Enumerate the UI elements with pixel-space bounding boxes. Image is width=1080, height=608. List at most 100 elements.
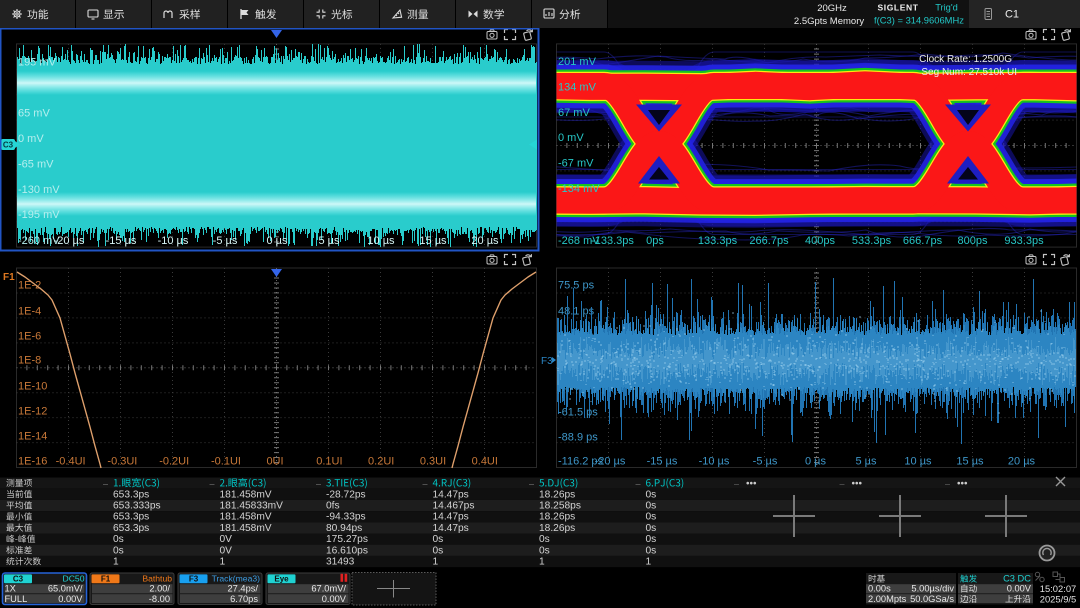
svg-text:Track(mea3): Track(mea3) bbox=[212, 574, 261, 584]
svg-text:5 µs: 5 µs bbox=[855, 456, 877, 468]
svg-text:–: – bbox=[103, 478, 108, 488]
svg-text:–: – bbox=[210, 478, 215, 488]
svg-text:134 mV: 134 mV bbox=[558, 82, 597, 94]
svg-text:-0.4UI: -0.4UI bbox=[56, 456, 86, 468]
svg-text:-130 mV: -130 mV bbox=[18, 184, 60, 196]
svg-text:10 µs: 10 µs bbox=[904, 456, 932, 468]
svg-text:–: – bbox=[316, 478, 321, 488]
svg-text:1E-8: 1E-8 bbox=[18, 355, 41, 367]
svg-text:653.3ps: 653.3ps bbox=[113, 489, 149, 500]
svg-text:Clock Rate: 1.2500G: Clock Rate: 1.2500G bbox=[919, 54, 1012, 65]
svg-text:195 mV: 195 mV bbox=[18, 57, 57, 69]
svg-text:0fs: 0fs bbox=[326, 501, 340, 512]
svg-text:181.458mV: 181.458mV bbox=[220, 489, 272, 500]
svg-text:•••: ••• bbox=[746, 478, 757, 489]
svg-text:0 mV: 0 mV bbox=[18, 133, 44, 145]
svg-text:0.00s: 0.00s bbox=[868, 584, 891, 594]
svg-text:0s: 0s bbox=[646, 489, 657, 500]
svg-text:F1: F1 bbox=[101, 575, 111, 584]
svg-text:0.00V: 0.00V bbox=[58, 594, 83, 604]
svg-text:0 mV: 0 mV bbox=[558, 132, 584, 144]
svg-text:-15 µs: -15 µs bbox=[647, 456, 678, 468]
svg-text:1X: 1X bbox=[5, 584, 16, 594]
svg-text:18.26ps: 18.26ps bbox=[539, 523, 575, 534]
svg-text:–: – bbox=[423, 478, 428, 488]
svg-text:20 µs: 20 µs bbox=[1008, 456, 1036, 468]
svg-text:2.5Gpts Memory: 2.5Gpts Memory bbox=[794, 16, 864, 27]
svg-text:18.26ps: 18.26ps bbox=[539, 489, 575, 500]
svg-text:18.258ps: 18.258ps bbox=[539, 501, 581, 512]
svg-text:F3: F3 bbox=[189, 575, 199, 584]
svg-text:F1: F1 bbox=[3, 272, 15, 283]
svg-text:0s: 0s bbox=[646, 512, 657, 523]
svg-text:0.00V: 0.00V bbox=[1007, 584, 1032, 594]
svg-text:666.7ps: 666.7ps bbox=[903, 235, 943, 247]
svg-text:–: – bbox=[734, 478, 739, 488]
svg-text:67.0mV/: 67.0mV/ bbox=[311, 584, 346, 594]
svg-text:15 µs: 15 µs bbox=[419, 235, 447, 247]
svg-text:0 µs: 0 µs bbox=[266, 235, 288, 247]
svg-text:14.47ps: 14.47ps bbox=[433, 523, 469, 534]
svg-text:1E-10: 1E-10 bbox=[18, 381, 47, 393]
svg-text:0V: 0V bbox=[220, 545, 233, 556]
svg-text:Bathtub: Bathtub bbox=[142, 574, 172, 584]
svg-text:•••: ••• bbox=[852, 478, 863, 489]
svg-text:5 µs: 5 µs bbox=[318, 235, 340, 247]
svg-text:-0.3UI: -0.3UI bbox=[107, 456, 137, 468]
svg-text:-5 µs: -5 µs bbox=[213, 235, 238, 247]
svg-text:0s: 0s bbox=[646, 501, 657, 512]
svg-text:653.3ps: 653.3ps bbox=[113, 512, 149, 523]
svg-text:20GHz: 20GHz bbox=[817, 3, 847, 14]
svg-text:533.3ps: 533.3ps bbox=[852, 235, 892, 247]
svg-text:933.3ps: 933.3ps bbox=[1004, 235, 1044, 247]
svg-text:-10 µs: -10 µs bbox=[699, 456, 730, 468]
svg-text:0s: 0s bbox=[539, 534, 550, 545]
svg-text:6.70ps: 6.70ps bbox=[230, 594, 258, 604]
svg-text:175.27ps: 175.27ps bbox=[326, 534, 368, 545]
svg-text:0UI: 0UI bbox=[266, 456, 283, 468]
svg-text:SIGLENT: SIGLENT bbox=[877, 3, 918, 13]
svg-text:653.333ps: 653.333ps bbox=[113, 501, 161, 512]
svg-text:2025/9/5: 2025/9/5 bbox=[1040, 594, 1077, 605]
svg-text:1: 1 bbox=[113, 557, 119, 568]
svg-text:0s: 0s bbox=[113, 545, 124, 556]
svg-text:0.2UI: 0.2UI bbox=[368, 456, 394, 468]
svg-text:0s: 0s bbox=[433, 545, 444, 556]
svg-text:-134 mV: -134 mV bbox=[558, 183, 600, 195]
svg-text:-10 µs: -10 µs bbox=[158, 235, 189, 247]
svg-text:C3: C3 bbox=[3, 141, 14, 150]
svg-text:14.467ps: 14.467ps bbox=[433, 501, 475, 512]
svg-text:400ps: 400ps bbox=[805, 235, 835, 247]
svg-text:0.3UI: 0.3UI bbox=[420, 456, 446, 468]
svg-text:-8.00: -8.00 bbox=[149, 594, 170, 604]
svg-text:75.5 ps: 75.5 ps bbox=[558, 280, 595, 292]
svg-text:1E-16: 1E-16 bbox=[18, 456, 47, 468]
svg-text:0V: 0V bbox=[220, 534, 233, 545]
svg-text:C1: C1 bbox=[1005, 9, 1019, 21]
svg-text:1E-12: 1E-12 bbox=[18, 406, 47, 418]
svg-text:2.00Mpts: 2.00Mpts bbox=[868, 594, 907, 604]
svg-text:1: 1 bbox=[539, 557, 545, 568]
svg-text:1E-6: 1E-6 bbox=[18, 331, 41, 343]
svg-text:0.4UI: 0.4UI bbox=[472, 456, 498, 468]
svg-text:0ps: 0ps bbox=[646, 235, 664, 247]
svg-text:0s: 0s bbox=[646, 545, 657, 556]
svg-text:133.3ps: 133.3ps bbox=[698, 235, 738, 247]
svg-text:-20 µs: -20 µs bbox=[595, 456, 626, 468]
svg-text:-20 µs: -20 µs bbox=[54, 235, 85, 247]
svg-text:14.47ps: 14.47ps bbox=[433, 512, 469, 523]
svg-text:C3 DC: C3 DC bbox=[1003, 574, 1031, 584]
svg-text:0s: 0s bbox=[539, 545, 550, 556]
svg-text:Trig'd: Trig'd bbox=[935, 3, 958, 13]
svg-text:1: 1 bbox=[220, 557, 226, 568]
svg-text:Seg Num: 27.510k UI: Seg Num: 27.510k UI bbox=[921, 67, 1017, 78]
svg-text:67 mV: 67 mV bbox=[558, 107, 590, 119]
svg-text:0s: 0s bbox=[433, 534, 444, 545]
svg-text:0s: 0s bbox=[646, 534, 657, 545]
svg-text:–: – bbox=[840, 478, 845, 488]
svg-text:31493: 31493 bbox=[326, 557, 355, 568]
svg-text:181.458mV: 181.458mV bbox=[220, 523, 272, 534]
svg-text:181.458mV: 181.458mV bbox=[220, 512, 272, 523]
svg-text:0s: 0s bbox=[646, 523, 657, 534]
svg-text:0s: 0s bbox=[113, 534, 124, 545]
